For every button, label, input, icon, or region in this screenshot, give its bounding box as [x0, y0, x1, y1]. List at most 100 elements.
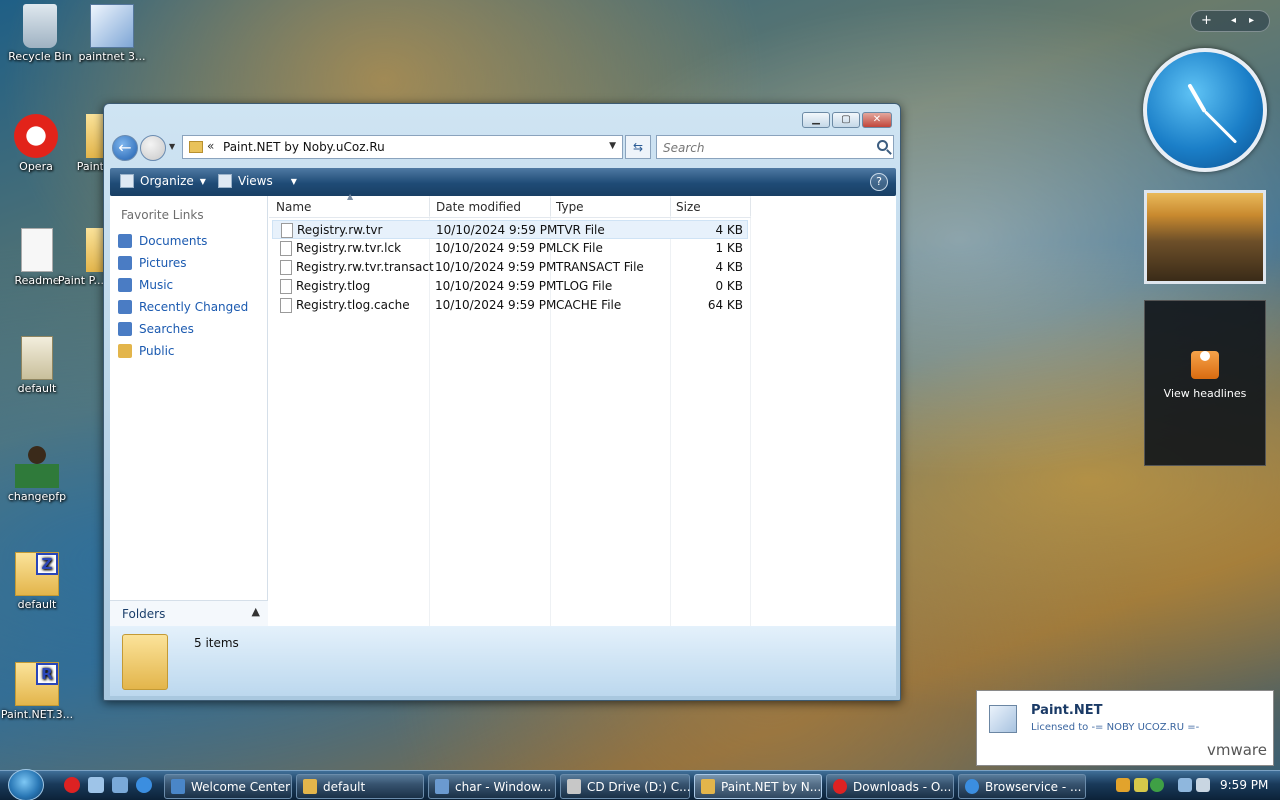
minimize-button[interactable]: ▁: [802, 112, 830, 128]
column-header-date-modified[interactable]: Date modified: [436, 200, 521, 214]
taskbar-clock[interactable]: 9:59 PM: [1220, 778, 1268, 792]
desktop-icon-paint-p[interactable]: Paint P...: [50, 228, 104, 287]
refresh-button[interactable]: ⇆: [625, 135, 651, 159]
favorite-link-documents[interactable]: Documents: [118, 230, 248, 252]
network-icon[interactable]: [1178, 778, 1192, 792]
desktop-icon-changepfp[interactable]: changepfp: [0, 444, 77, 503]
favorite-link-public[interactable]: Public: [118, 340, 248, 362]
desktop-icon-recycle-bin[interactable]: Recycle Bin: [0, 4, 80, 63]
close-button[interactable]: ✕: [862, 112, 892, 128]
show-desktop-icon[interactable]: [88, 777, 104, 793]
minute-hand: [1203, 110, 1238, 144]
recycle-bin-icon: [23, 4, 57, 48]
slideshow-gadget[interactable]: [1144, 190, 1266, 284]
file-row[interactable]: Registry.rw.tvr.lck 10/10/2024 9:59 PM L…: [269, 239, 751, 258]
taskbar-button-cd-drive[interactable]: CD Drive (D:) C...: [560, 774, 691, 799]
taskbar-button-default[interactable]: default: [296, 774, 424, 799]
chevron-right-icon[interactable]: ▸: [1249, 15, 1254, 26]
clock-gadget[interactable]: [1143, 48, 1267, 172]
help-icon[interactable]: ?: [870, 173, 888, 191]
window-controls: ▁ ▢ ✕: [802, 112, 892, 128]
file-type: TLOG File: [556, 279, 613, 293]
desktop-icon-paint[interactable]: Paint: [50, 114, 104, 173]
taskbar-button-paintnet-folder[interactable]: Paint.NET by N...: [694, 774, 822, 799]
favorite-link-music[interactable]: Music: [118, 274, 248, 296]
favorite-link-pictures[interactable]: Pictures: [118, 252, 248, 274]
zip-folder-icon: [21, 336, 53, 380]
recent-pages-dropdown-icon[interactable]: ▼: [169, 142, 175, 151]
maximize-button[interactable]: ▢: [832, 112, 860, 128]
file-row[interactable]: Registry.rw.tvr 10/10/2024 9:59 PM TVR F…: [272, 220, 748, 239]
file-row[interactable]: Registry.tlog 10/10/2024 9:59 PM TLOG Fi…: [269, 277, 751, 296]
file-date: 10/10/2024 9:59 PM: [435, 241, 557, 255]
internet-explorer-icon[interactable]: [136, 777, 152, 793]
folder-icon: [303, 779, 317, 794]
taskbar-button-label: Downloads - O...: [853, 780, 952, 794]
desktop-icon-default-z[interactable]: Z default: [0, 552, 77, 611]
address-bar[interactable]: « Paint.NET by Noby.uCoz.Ru ▼: [182, 135, 623, 159]
desktop-icon-label: default: [17, 598, 57, 611]
organize-button[interactable]: Organize ▼: [120, 174, 206, 188]
notification-balloon[interactable]: Paint.NET Licensed to -= NOBY UCOZ.RU =-…: [976, 690, 1274, 766]
file-name: Registry.tlog: [296, 279, 371, 293]
views-button[interactable]: Views ▼: [218, 174, 297, 188]
organize-label: Organize: [140, 174, 194, 188]
security-shield-icon[interactable]: [1116, 778, 1130, 792]
switch-windows-icon[interactable]: [112, 777, 128, 793]
favorite-link-recently-changed[interactable]: Recently Changed: [118, 296, 248, 318]
volume-muted-icon[interactable]: [1196, 778, 1210, 792]
search-input[interactable]: Search: [656, 135, 894, 159]
file-type: LCK File: [556, 241, 603, 255]
file-date: 10/10/2024 9:59 PM: [435, 298, 557, 312]
window-icon: [171, 779, 185, 794]
taskbar-button-char[interactable]: char - Window...: [428, 774, 556, 799]
notification-title: Paint.NET: [1031, 703, 1103, 718]
file-rows: Registry.rw.tvr 10/10/2024 9:59 PM TVR F…: [269, 220, 751, 315]
taskbar-button-label: Welcome Center: [191, 780, 291, 794]
searches-icon: [118, 322, 132, 336]
taskbar: Welcome Center default char - Window... …: [0, 769, 1280, 800]
notification-icon[interactable]: [1134, 778, 1148, 792]
navigation-pane: Favorite Links Documents Pictures Music …: [110, 196, 268, 626]
file-row[interactable]: Registry.rw.tvr.transact 10/10/2024 9:59…: [269, 258, 751, 277]
paintnet-icon: [989, 705, 1017, 733]
navigation-bar: ← ▼ « Paint.NET by Noby.uCoz.Ru ▼ ⇆ Sear…: [112, 134, 894, 161]
folders-toggle[interactable]: Folders ▲: [110, 600, 268, 626]
desktop-icon-label: default: [17, 382, 57, 395]
feed-headlines-gadget[interactable]: View headlines: [1144, 300, 1266, 466]
start-button[interactable]: [8, 769, 44, 800]
column-header-type[interactable]: Type: [556, 200, 584, 214]
taskbar-button-welcome-center[interactable]: Welcome Center: [164, 774, 292, 799]
address-path: Paint.NET by Noby.uCoz.Ru: [223, 140, 385, 154]
breadcrumb-overflow-icon[interactable]: «: [207, 139, 214, 153]
desktop-icon-paintnet-shortcut[interactable]: paintnet 3...: [72, 4, 152, 63]
back-button[interactable]: ←: [112, 135, 138, 161]
taskbar-button-browservice[interactable]: Browservice - ...: [958, 774, 1086, 799]
user-icon: [15, 444, 59, 488]
explorer-window[interactable]: ▁ ▢ ✕ ← ▼ « Paint.NET by Noby.uCoz.Ru ▼ …: [103, 103, 901, 701]
address-dropdown-icon[interactable]: ▼: [609, 141, 616, 151]
column-header-separator: [429, 198, 430, 216]
column-header-size[interactable]: Size: [676, 200, 701, 214]
opera-icon[interactable]: [64, 777, 80, 793]
folder-icon: [189, 141, 203, 153]
search-icon[interactable]: [877, 140, 888, 151]
forward-button[interactable]: [140, 135, 166, 161]
taskbar-button-downloads[interactable]: Downloads - O...: [826, 774, 954, 799]
desktop-icon-paintnet-installer[interactable]: R Paint.NET.3...: [0, 662, 77, 721]
add-gadget-icon[interactable]: +: [1201, 13, 1212, 28]
column-header-name[interactable]: Name: [276, 200, 311, 214]
search-placeholder: Search: [663, 141, 705, 155]
update-icon[interactable]: [1150, 778, 1164, 792]
taskbar-button-label: Paint.NET by N...: [721, 780, 822, 794]
sidebar-controls[interactable]: + ◂ ▸: [1190, 10, 1270, 32]
favorite-link-label: Music: [139, 278, 174, 292]
file-size: 64 KB: [707, 298, 743, 312]
chevron-left-icon[interactable]: ◂: [1231, 15, 1236, 26]
hour-hand: [1187, 83, 1207, 113]
file-icon: [281, 223, 293, 238]
favorite-link-searches[interactable]: Searches: [118, 318, 248, 340]
desktop-icon-default-zip[interactable]: default: [0, 336, 77, 395]
file-row[interactable]: Registry.tlog.cache 10/10/2024 9:59 PM C…: [269, 296, 751, 315]
file-size: 0 KB: [715, 279, 743, 293]
